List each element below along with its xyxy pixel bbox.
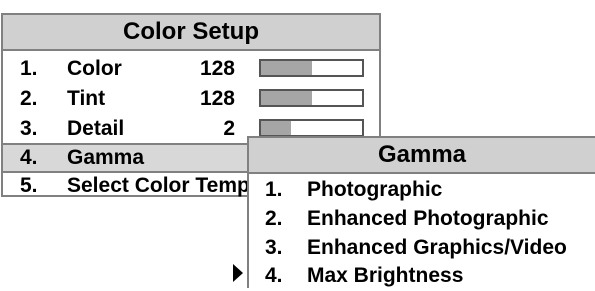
item-number: 1. [20, 57, 38, 80]
gamma-option-max-brightness[interactable]: 4. Max Brightness [249, 261, 595, 291]
item-number: 2. [20, 87, 38, 110]
menu-item-tint[interactable]: 2. Tint 128 [3, 84, 379, 114]
gamma-option-enhanced-photographic[interactable]: 2. Enhanced Photographic [249, 204, 595, 234]
item-label: Photographic [307, 178, 443, 201]
slider-fill [261, 61, 312, 75]
menu-item-color[interactable]: 1. Color 128 [3, 54, 379, 84]
gamma-option-photographic[interactable]: 1. Photographic [249, 175, 595, 205]
detail-slider[interactable] [259, 119, 364, 137]
item-label: Enhanced Graphics/Video [307, 236, 567, 259]
slider-fill [261, 91, 312, 105]
item-label: Max Brightness [307, 264, 464, 287]
item-label: Gamma [67, 146, 145, 169]
slider-fill [261, 121, 292, 135]
tint-slider[interactable] [259, 89, 364, 107]
item-label: Enhanced Photographic [307, 207, 549, 230]
gamma-title: Gamma [249, 138, 595, 174]
item-number: 3. [265, 236, 283, 259]
item-number: 3. [20, 117, 38, 140]
item-number: 4. [20, 146, 38, 169]
item-label: Select Color Temp [67, 174, 250, 197]
item-label: Color [67, 57, 122, 80]
item-value: 2 [223, 117, 235, 140]
item-label: Detail [67, 117, 125, 140]
item-number: 1. [265, 178, 283, 201]
gamma-option-enhanced-graphics-video[interactable]: 3. Enhanced Graphics/Video [249, 233, 595, 263]
current-selection-arrow-icon [233, 264, 243, 282]
item-value: 128 [199, 57, 235, 80]
item-number: 2. [265, 207, 283, 230]
color-slider[interactable] [259, 59, 364, 77]
item-number: 5. [20, 174, 38, 197]
item-value: 128 [199, 87, 235, 110]
item-number: 4. [265, 264, 283, 287]
item-label: Tint [67, 87, 106, 110]
color-setup-title: Color Setup [3, 15, 379, 51]
gamma-submenu: Gamma 1. Photographic 2. Enhanced Photog… [247, 136, 595, 288]
